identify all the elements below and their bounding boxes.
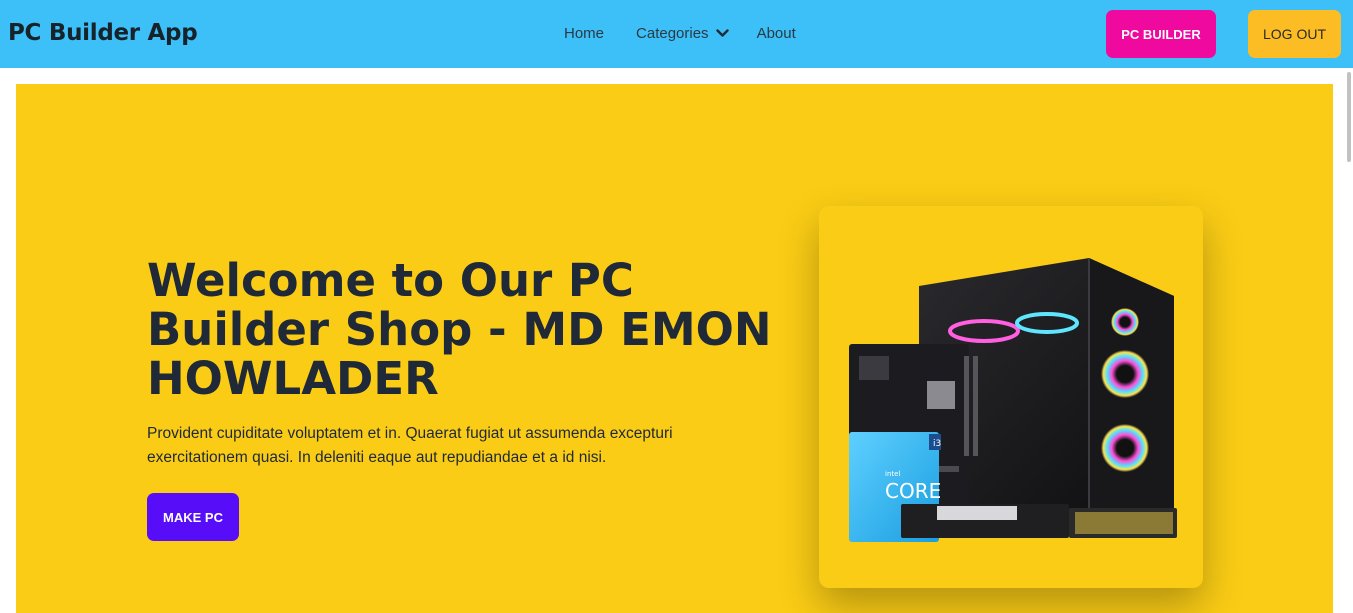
cpu-tier-text: i3 bbox=[933, 439, 941, 449]
hero-title: Welcome to Our PC Builder Shop - MD EMON… bbox=[147, 254, 772, 405]
hero-image-card: i3 intel CORE bbox=[819, 206, 1203, 588]
pc-build-image: i3 intel CORE bbox=[849, 258, 1177, 542]
nav-dropdown-categories[interactable]: Categories bbox=[636, 25, 729, 42]
hero-section: Welcome to Our PC Builder Shop - MD EMON… bbox=[16, 84, 1333, 613]
nav-dropdown-label: Categories bbox=[636, 25, 709, 42]
nav-link-home[interactable]: Home bbox=[564, 25, 604, 42]
cpu-brand-text: intel bbox=[885, 470, 900, 478]
nav-menu: Home Categories About bbox=[564, 25, 796, 42]
navbar: PC Builder App Home Categories About PC … bbox=[0, 0, 1353, 68]
make-pc-button[interactable]: MAKE PC bbox=[147, 493, 239, 541]
pc-builder-button[interactable]: PC BUILDER bbox=[1106, 10, 1216, 58]
chevron-down-icon bbox=[715, 29, 729, 37]
page-scrollbar[interactable] bbox=[1345, 68, 1353, 613]
logout-button[interactable]: LOG OUT bbox=[1248, 10, 1341, 58]
brand-logo[interactable]: PC Builder App bbox=[8, 20, 198, 46]
hero-description: Provident cupiditate voluptatem et in. Q… bbox=[147, 425, 673, 466]
cpu-name-text: CORE bbox=[885, 479, 941, 503]
scrollbar-thumb[interactable] bbox=[1347, 72, 1351, 162]
nav-link-about[interactable]: About bbox=[757, 25, 796, 42]
